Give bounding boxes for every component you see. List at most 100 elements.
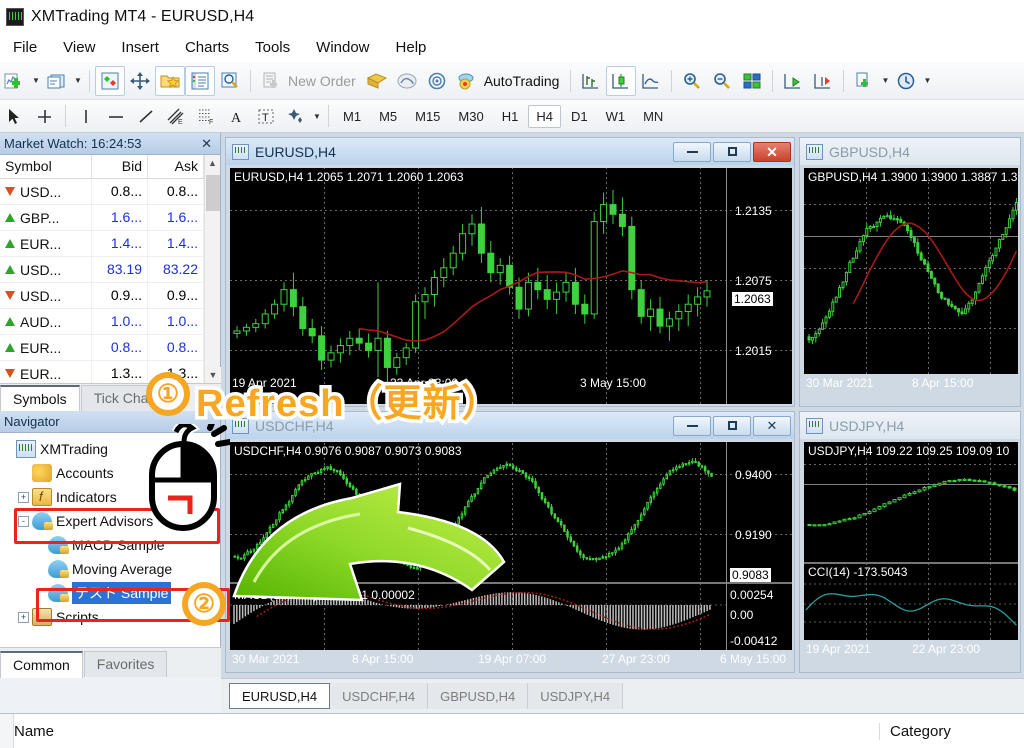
minimize-button[interactable] xyxy=(673,415,711,436)
table-row[interactable]: USD... 0.8... 0.8... xyxy=(0,179,220,205)
crosshair-icon[interactable] xyxy=(30,101,60,131)
menu-item-insert[interactable]: Insert xyxy=(108,36,172,59)
chart-plot-gbpusd[interactable]: GBPUSD,H4 1.3900 1.3900 1.3887 1.3 xyxy=(804,168,1018,374)
chart-tab-gbpusd[interactable]: GBPUSD,H4 xyxy=(428,683,529,709)
timeframe-m30[interactable]: M30 xyxy=(450,105,491,128)
column-header-category[interactable]: Category xyxy=(880,723,951,740)
table-row[interactable]: USD... 0.9... 0.9... xyxy=(0,283,220,309)
column-header-bid[interactable]: Bid xyxy=(92,155,148,178)
column-header-ask[interactable]: Ask xyxy=(148,155,204,178)
period-icon[interactable] xyxy=(891,66,921,96)
zoom-in-icon[interactable] xyxy=(677,66,707,96)
timeframe-m1[interactable]: M1 xyxy=(335,105,369,128)
auto-scroll-icon[interactable] xyxy=(808,66,838,96)
bid-cell: 0.9... xyxy=(92,283,148,308)
scroll-up-icon[interactable]: ▲ xyxy=(205,155,220,171)
menu-item-window[interactable]: Window xyxy=(303,36,382,59)
fibonacci-retracement-icon[interactable]: F xyxy=(191,101,221,131)
table-row[interactable]: USD... 83.19 83.22 xyxy=(0,257,220,283)
chart-tab-usdchf[interactable]: USDCHF,H4 xyxy=(330,683,429,709)
timeframe-m5[interactable]: M5 xyxy=(371,105,405,128)
metaeditor-icon[interactable] xyxy=(422,66,452,96)
autotrading-label[interactable]: AutoTrading xyxy=(482,73,566,89)
ask-cell: 83.22 xyxy=(148,257,204,282)
timeframe-m15[interactable]: M15 xyxy=(407,105,448,128)
timeframe-h4[interactable]: H4 xyxy=(528,104,561,128)
maximize-button[interactable] xyxy=(713,415,751,436)
equidistant-channel-icon[interactable]: E xyxy=(161,101,191,131)
close-button[interactable]: ✕ xyxy=(753,141,791,162)
timeframe-mn[interactable]: MN xyxy=(635,105,671,128)
period-dropdown-icon[interactable]: ▼ xyxy=(921,67,933,95)
column-header-name[interactable]: Name xyxy=(0,722,880,740)
chart-plot-eurusd[interactable]: EURUSD,H4 1.2065 1.2071 1.2060 1.2063 1.… xyxy=(230,168,792,404)
candlestick-chart-icon[interactable] xyxy=(606,65,637,96)
menu-item-charts[interactable]: Charts xyxy=(172,36,242,59)
autotrading-icon[interactable] xyxy=(452,66,482,96)
close-icon[interactable]: ✕ xyxy=(197,136,216,152)
symbol-label: GBP... xyxy=(20,209,60,226)
terminal-icon[interactable] xyxy=(362,66,392,96)
text-label-icon[interactable]: T xyxy=(251,101,281,131)
chart-window-usdjpy[interactable]: USDJPY,H4 USDJPY,H4 109.22 109.25 109.09… xyxy=(799,411,1021,673)
scrollbar-thumb[interactable] xyxy=(206,175,220,211)
chart-plot-usdjpy[interactable]: USDJPY,H4 109.22 109.25 109.09 10 CCI(14… xyxy=(804,442,1018,640)
timeframe-d1[interactable]: D1 xyxy=(563,105,596,128)
new-chart-dropdown-icon[interactable]: ▼ xyxy=(30,67,42,95)
tile-windows-icon[interactable] xyxy=(737,66,767,96)
menu-item-tools[interactable]: Tools xyxy=(242,36,303,59)
tree-expander-icon[interactable]: + xyxy=(18,611,29,623)
chart-tab-eurusd[interactable]: EURUSD,H4 xyxy=(229,683,331,709)
shapes-dropdown-icon[interactable]: ▼ xyxy=(311,102,323,130)
tab-symbols[interactable]: Symbols xyxy=(0,385,80,412)
vertical-line-icon[interactable] xyxy=(71,101,101,131)
new-order-label[interactable]: New Order xyxy=(286,73,362,89)
profiles-dropdown-icon[interactable]: ▼ xyxy=(72,67,84,95)
templates-dropdown-icon[interactable]: ▼ xyxy=(879,67,891,95)
timeframe-w1[interactable]: W1 xyxy=(598,105,634,128)
market-watch-scrollbar[interactable]: ▲ ▼ xyxy=(204,155,221,383)
chart-shift-icon[interactable] xyxy=(778,66,808,96)
zoom-out-icon[interactable] xyxy=(707,66,737,96)
chart-candles xyxy=(807,198,1018,344)
trendline-icon[interactable] xyxy=(131,101,161,131)
chart-icon xyxy=(232,143,249,160)
menu-item-view[interactable]: View xyxy=(50,36,108,59)
table-row[interactable]: EUR... 0.8... 0.8... xyxy=(0,335,220,361)
chart-window-eurusd[interactable]: EURUSD,H4 ✕ EURUSD,H4 1.2065 1.2071 1.20… xyxy=(225,137,795,407)
new-order-icon[interactable] xyxy=(256,66,286,96)
tree-expander-icon[interactable]: + xyxy=(18,491,29,503)
crosshair-icon[interactable] xyxy=(125,66,155,96)
strategy-tester-icon[interactable] xyxy=(392,66,422,96)
chart-tab-usdjpy[interactable]: USDJPY,H4 xyxy=(528,683,624,709)
table-row[interactable]: AUD... 1.0... 1.0... xyxy=(0,309,220,335)
line-chart-icon[interactable] xyxy=(636,66,666,96)
cursor-icon[interactable] xyxy=(0,101,30,131)
tab-common[interactable]: Common xyxy=(0,651,83,678)
maximize-button[interactable] xyxy=(713,141,751,162)
tab-favorites[interactable]: Favorites xyxy=(83,651,168,677)
navigator-title: Navigator xyxy=(4,414,60,429)
market-watch-icon[interactable] xyxy=(185,65,215,96)
menu-item-file[interactable]: File xyxy=(0,36,50,59)
tree-item-expert-advisor[interactable]: Moving Average xyxy=(2,557,220,581)
chart-title-bar-usdjpy: USDJPY,H4 xyxy=(800,412,1020,439)
text-icon[interactable]: A xyxy=(221,101,251,131)
table-row[interactable]: EUR... 1.4... 1.4... xyxy=(0,231,220,257)
profiles-icon[interactable] xyxy=(42,66,72,96)
favorites-icon[interactable] xyxy=(155,65,185,96)
shapes-icon[interactable] xyxy=(281,101,311,131)
close-button[interactable]: ✕ xyxy=(753,415,791,436)
bar-chart-icon[interactable] xyxy=(576,66,606,96)
timeframe-h1[interactable]: H1 xyxy=(494,105,527,128)
table-row[interactable]: GBP... 1.6... 1.6... xyxy=(0,205,220,231)
templates-icon[interactable] xyxy=(849,66,879,96)
indicators-icon[interactable] xyxy=(95,65,125,96)
new-chart-icon[interactable] xyxy=(0,66,30,96)
chart-window-gbpusd[interactable]: GBPUSD,H4 GBPUSD,H4 1.3900 1.3900 1.3887… xyxy=(799,137,1021,407)
column-header-symbol[interactable]: Symbol xyxy=(0,155,92,178)
data-window-icon[interactable] xyxy=(215,66,245,96)
menu-item-help[interactable]: Help xyxy=(383,36,440,59)
minimize-button[interactable] xyxy=(673,141,711,162)
horizontal-line-icon[interactable] xyxy=(101,101,131,131)
